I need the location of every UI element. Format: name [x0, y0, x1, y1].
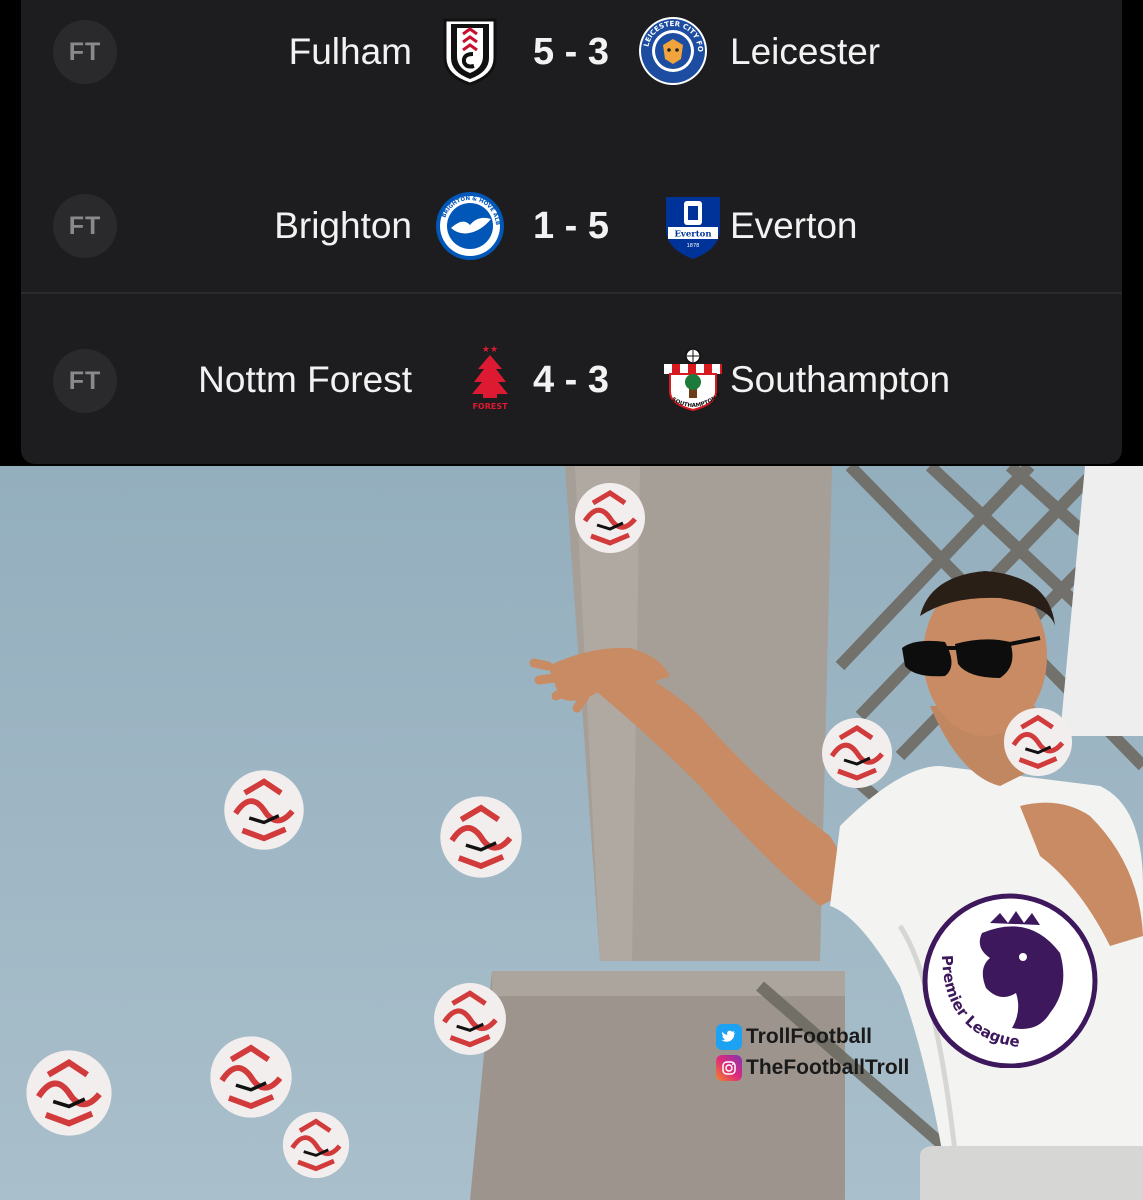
results-card: FT Fulham 5 - 3 LEICESTER CITY FO Leices…: [21, 0, 1122, 464]
everton-crest-text: Everton: [674, 230, 711, 240]
fulham-crest-icon: [433, 14, 507, 88]
football-icon: [222, 768, 306, 852]
everton-crest-year: 1878: [687, 243, 700, 249]
instagram-handle: TheFootballTroll: [746, 1056, 910, 1079]
twitter-watermark: TrollFootball: [716, 1024, 872, 1050]
match-row-forest-southampton[interactable]: FT Nottm Forest ★★ FOREST 4 - 3 SOUTHAMP…: [21, 300, 1122, 450]
twitter-handle: TrollFootball: [746, 1025, 872, 1048]
match-row-brighton-everton[interactable]: FT Brighton BRIGHTON & HOVE ALBION 1 - 5: [21, 150, 1122, 300]
full-time-badge: FT: [53, 20, 117, 84]
home-team-name: Fulham: [288, 31, 412, 72]
football-icon: [281, 1110, 351, 1180]
southampton-crest-icon: SOUTHAMPTON F.C.: [656, 344, 730, 418]
football-icon: [573, 481, 647, 555]
instagram-watermark: TheFootballTroll: [716, 1055, 909, 1081]
away-team-name: Southampton: [730, 359, 951, 400]
football-icon: [432, 981, 508, 1057]
home-team-name: Brighton: [274, 205, 412, 246]
row-divider: [21, 292, 1122, 294]
yacht-scene-illustration: [470, 466, 1143, 1200]
football-icon: [208, 1034, 294, 1120]
full-time-badge: FT: [53, 349, 117, 413]
match-score: 4 - 3: [532, 359, 610, 401]
everton-crest-icon: Everton 1878: [656, 189, 730, 263]
match-score: 5 - 3: [532, 31, 610, 73]
match-score: 1 - 5: [532, 205, 610, 247]
svg-text:★★: ★★: [482, 344, 498, 354]
instagram-icon: [716, 1055, 742, 1081]
match-row-fulham-leicester[interactable]: FT Fulham 5 - 3 LEICESTER CITY FO Leices…: [21, 0, 1122, 150]
full-time-badge: FT: [53, 194, 117, 258]
home-team-name: Nottm Forest: [198, 359, 412, 400]
meme-photo: TrollFootball TheFootballTroll Premier L…: [0, 466, 1143, 1200]
twitter-bird-icon: [716, 1024, 742, 1050]
football-icon: [438, 794, 524, 880]
premier-league-badge: Premier League: [920, 893, 1100, 1068]
brighton-crest-icon: BRIGHTON & HOVE ALBION: [433, 189, 507, 263]
football-icon: [820, 716, 894, 790]
away-team-name: Leicester: [730, 31, 881, 72]
forest-crest-text: FOREST: [472, 402, 508, 411]
away-team-name: Everton: [730, 205, 858, 246]
leicester-crest-icon: LEICESTER CITY FOOTBALL CLUB: [636, 14, 710, 88]
football-icon: [24, 1048, 114, 1138]
football-icon: [1002, 706, 1074, 778]
